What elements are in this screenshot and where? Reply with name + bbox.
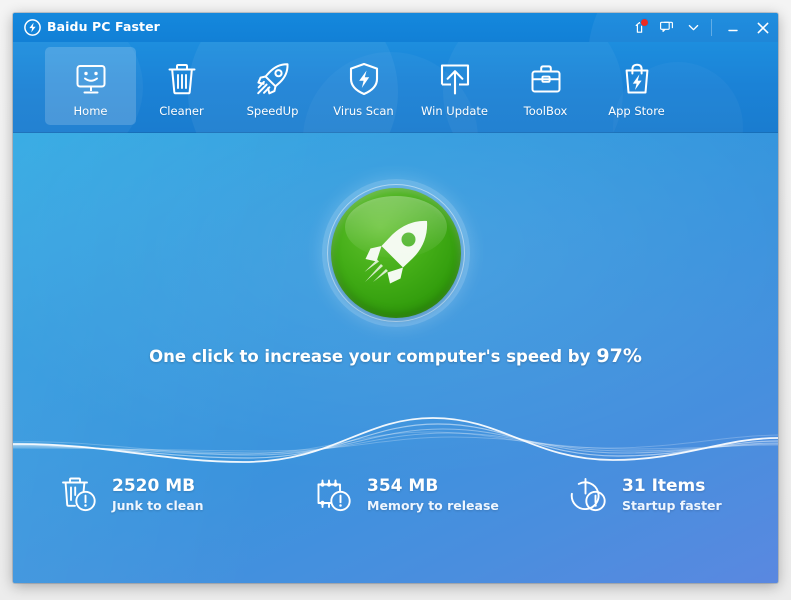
trash-alert-icon	[57, 473, 101, 517]
stat-text: 2520 MB Junk to clean	[112, 476, 204, 514]
stat-value: 31 Items	[622, 476, 706, 496]
lightning-circle-icon	[24, 19, 41, 36]
rocket-icon	[364, 220, 427, 284]
nav-bar: Home Cleaner SpeedUp Virus Scan Win Upda…	[45, 47, 682, 125]
stat-memory-to-release[interactable]: 354 MB Memory to release	[268, 473, 523, 517]
app-title: Baidu PC Faster	[47, 19, 160, 34]
nav-item-label: App Store	[608, 104, 665, 118]
stat-text: 354 MB Memory to release	[367, 476, 499, 514]
titlebar-divider	[711, 19, 712, 36]
power-alert-icon	[567, 473, 611, 517]
rocket-button-face	[330, 188, 461, 318]
wave-decoration	[13, 398, 778, 468]
nav-item-label: Cleaner	[159, 104, 204, 118]
titlebar-actions	[626, 13, 778, 42]
upload-box-icon	[438, 60, 472, 98]
stat-startup-faster[interactable]: 31 Items Startup faster	[523, 473, 778, 517]
app-window: Baidu PC Faster Home Cleaner SpeedUp Vir…	[13, 13, 778, 583]
tagline-percent: 97%	[596, 345, 642, 367]
shopping-bag-bolt-icon	[621, 60, 653, 98]
nav-item-label: Virus Scan	[333, 104, 394, 118]
nav-item-label: SpeedUp	[246, 104, 299, 118]
stat-text: 31 Items Startup faster	[622, 476, 722, 514]
nav-item-cleaner[interactable]: Cleaner	[136, 47, 227, 125]
stat-label: Junk to clean	[112, 498, 204, 513]
stat-value: 354 MB	[367, 476, 439, 496]
stat-junk-to-clean[interactable]: 2520 MB Junk to clean	[13, 473, 268, 517]
nav-item-virus-scan[interactable]: Virus Scan	[318, 47, 409, 125]
nav-item-app-store[interactable]: App Store	[591, 47, 682, 125]
notification-dot	[640, 18, 649, 27]
monitor-smiley-icon	[73, 60, 109, 98]
rocket-icon	[255, 60, 291, 98]
memory-alert-icon	[312, 473, 356, 517]
nav-item-toolbox[interactable]: ToolBox	[500, 47, 591, 125]
shield-bolt-icon	[348, 60, 380, 98]
tagline-text: One click to increase your computer's sp…	[149, 347, 591, 366]
stat-value: 2520 MB	[112, 476, 196, 496]
trash-icon	[166, 60, 198, 98]
gift-icon[interactable]	[626, 13, 653, 42]
stat-label: Startup faster	[622, 498, 722, 513]
main-content: One click to increase your computer's sp…	[13, 133, 778, 583]
one-click-speedup-button[interactable]	[321, 179, 470, 327]
nav-item-label: ToolBox	[523, 104, 568, 118]
nav-item-label: Win Update	[421, 104, 488, 118]
nav-item-home[interactable]: Home	[45, 47, 136, 125]
screenshot-root: Baidu PC Faster Home Cleaner SpeedUp Vir…	[0, 0, 791, 600]
close-button[interactable]	[748, 13, 778, 42]
message-icon[interactable]	[653, 13, 680, 42]
speedup-tagline: One click to increase your computer's sp…	[13, 345, 778, 367]
stat-label: Memory to release	[367, 498, 499, 513]
nav-item-win-update[interactable]: Win Update	[409, 47, 500, 125]
nav-item-label: Home	[73, 104, 108, 118]
briefcase-icon	[529, 60, 563, 98]
minimize-button[interactable]	[718, 13, 748, 42]
nav-item-speedup[interactable]: SpeedUp	[227, 47, 318, 125]
main-toolbar: Home Cleaner SpeedUp Virus Scan Win Upda…	[13, 42, 778, 133]
stats-row: 2520 MB Junk to clean 354 MB Memory to r…	[13, 473, 778, 517]
chevron-down-icon[interactable]	[680, 13, 707, 42]
title-bar: Baidu PC Faster	[13, 13, 778, 42]
